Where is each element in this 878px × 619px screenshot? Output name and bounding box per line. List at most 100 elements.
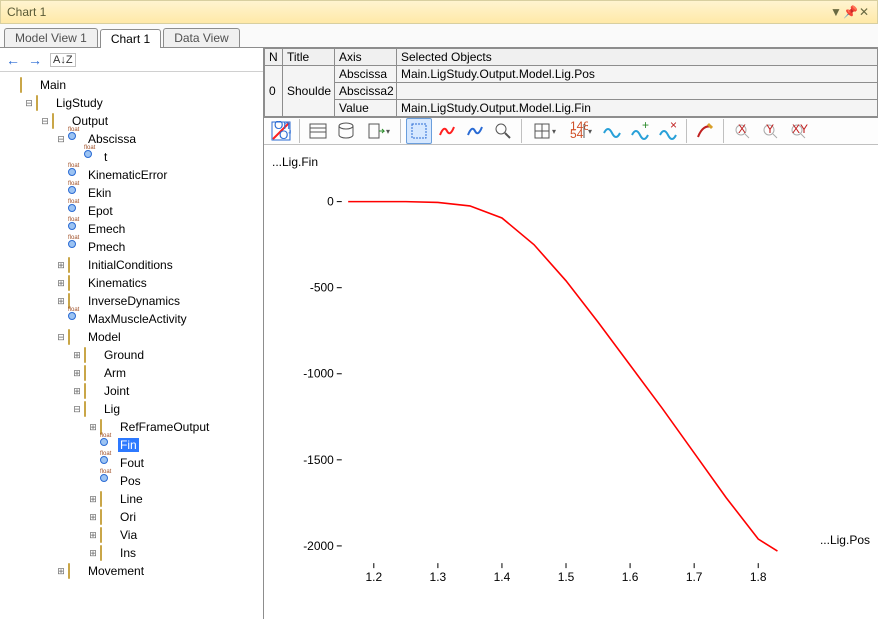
expand-icon[interactable]: ⊞ — [54, 278, 68, 289]
curve-edit-button[interactable] — [692, 118, 718, 144]
grid-row[interactable]: Value Main.LigStudy.Output.Model.Lig.Fin — [265, 100, 878, 117]
zoom-box-button[interactable] — [406, 118, 432, 144]
tree-label[interactable]: Abscissa — [86, 132, 138, 146]
cell-title[interactable]: Shoulde — [283, 66, 335, 117]
expand-icon[interactable]: ⊞ — [86, 494, 100, 505]
tree-item[interactable]: ⊟ Output — [0, 112, 263, 130]
tree-label[interactable]: Pos — [118, 474, 143, 488]
expand-icon[interactable]: ⊞ — [54, 566, 68, 577]
tree-item[interactable]: Main — [0, 76, 263, 94]
tree-item[interactable]: ⊞ RefFrameOutput — [0, 418, 263, 436]
grid-row[interactable]: Abscissa2 — [265, 83, 878, 100]
expand-icon[interactable]: ⊞ — [54, 260, 68, 271]
back-icon[interactable]: ← — [6, 52, 20, 68]
tab-chart-1[interactable]: Chart 1 — [100, 29, 161, 48]
cell-n[interactable]: 0 — [265, 66, 283, 117]
expand-icon[interactable]: ⊞ — [86, 548, 100, 559]
props-button[interactable] — [305, 118, 331, 144]
close-icon[interactable]: ✕ — [857, 5, 871, 19]
expand-icon[interactable]: ⊞ — [86, 422, 100, 433]
export-button[interactable]: ▾ — [361, 118, 395, 144]
tree-item[interactable]: ⊞Line — [0, 490, 263, 508]
expand-icon[interactable]: ⊞ — [70, 368, 84, 379]
expand-icon[interactable]: ⊞ — [86, 512, 100, 523]
cell-selected[interactable]: Main.LigStudy.Output.Model.Lig.Pos — [397, 66, 878, 83]
ticks-button[interactable]: 14854▾ — [563, 118, 597, 144]
dropdown-icon[interactable]: ▼ — [829, 5, 843, 19]
tree-label[interactable]: Arm — [102, 366, 128, 380]
tree-item[interactable]: ⊞ InverseDynamics — [0, 292, 263, 310]
forward-icon[interactable]: → — [28, 52, 42, 68]
zoom-all-button[interactable]: XY — [785, 118, 811, 144]
tree-label[interactable]: Emech — [86, 222, 127, 236]
zoom-x-fit-button[interactable]: X — [729, 118, 755, 144]
wave-add-button[interactable]: + — [627, 118, 653, 144]
tree-label[interactable]: Ins — [118, 546, 138, 560]
tree-item[interactable]: ⊟ Model — [0, 328, 263, 346]
tree-label[interactable]: Ground — [102, 348, 146, 362]
sort-button[interactable]: A↓Z — [50, 53, 76, 67]
tree-label[interactable]: KinematicError — [86, 168, 169, 182]
tree-label[interactable]: Output — [70, 114, 110, 128]
cell-selected[interactable]: Main.LigStudy.Output.Model.Lig.Fin — [397, 100, 878, 117]
tree-item[interactable]: ⊞ Arm — [0, 364, 263, 382]
toggle-onoff-button[interactable]: OnOff — [268, 118, 294, 144]
collapse-icon[interactable]: ⊟ — [54, 134, 68, 145]
tree-item[interactable]: ⊞ Ori — [0, 508, 263, 526]
tree-label[interactable]: Fin — [118, 438, 139, 452]
tree-label[interactable]: Ekin — [86, 186, 113, 200]
series-grid[interactable]: N Title Axis Selected Objects 0 Shoulde … — [264, 48, 878, 118]
tree-label[interactable]: Main — [38, 78, 68, 92]
tree-label[interactable]: Kinematics — [86, 276, 149, 290]
tree-label[interactable]: InitialConditions — [86, 258, 175, 272]
tree-item[interactable]: MaxMuscleActivity — [0, 310, 263, 328]
collapse-icon[interactable]: ⊟ — [70, 404, 84, 415]
wave-show-button[interactable] — [599, 118, 625, 144]
zoom-y-fit-button[interactable]: Y — [757, 118, 783, 144]
expand-icon[interactable]: ⊞ — [54, 296, 68, 307]
expand-icon[interactable]: ⊞ — [86, 530, 100, 541]
tree-label[interactable]: Via — [118, 528, 139, 542]
tree-label[interactable]: Ori — [118, 510, 138, 524]
tree-item[interactable]: ⊞ Ground — [0, 346, 263, 364]
col-title[interactable]: Title — [283, 49, 335, 66]
collapse-icon[interactable]: ⊟ — [22, 98, 36, 109]
cell-axis[interactable]: Abscissa2 — [335, 83, 397, 100]
col-selected[interactable]: Selected Objects — [397, 49, 878, 66]
tree-item[interactable]: Fout — [0, 454, 263, 472]
tree-label[interactable]: Epot — [86, 204, 115, 218]
tree-item[interactable]: Pos — [0, 472, 263, 490]
tree-label[interactable]: InverseDynamics — [86, 294, 182, 308]
tree-label[interactable]: Fout — [118, 456, 146, 470]
tree-label[interactable]: Movement — [86, 564, 146, 578]
tree-item[interactable]: ⊟Lig — [0, 400, 263, 418]
wave-del-button[interactable]: × — [655, 118, 681, 144]
search-button[interactable] — [490, 118, 516, 144]
tree-item[interactable]: Pmech — [0, 238, 263, 256]
col-axis[interactable]: Axis — [335, 49, 397, 66]
expand-icon[interactable]: ⊞ — [70, 350, 84, 361]
tree-item[interactable]: ⊟LigStudy — [0, 94, 263, 112]
tree-item[interactable]: ⊞ Kinematics — [0, 274, 263, 292]
model-tree[interactable]: Main⊟LigStudy⊟Output⊟AbscissatKinematicE… — [0, 72, 263, 619]
grid-row[interactable]: 0 Shoulde Abscissa Main.LigStudy.Output.… — [265, 66, 878, 83]
collapse-icon[interactable]: ⊟ — [54, 332, 68, 343]
series-Fin[interactable] — [348, 202, 777, 551]
tree-item[interactable]: Fin — [0, 436, 263, 454]
tree-item[interactable]: ⊟ Abscissa — [0, 130, 263, 148]
data-button[interactable] — [333, 118, 359, 144]
chart-plot[interactable]: 0-500-1000-1500-20001.21.31.41.51.61.71.… — [272, 153, 870, 619]
tab-model-view-1[interactable]: Model View 1 — [4, 28, 98, 47]
collapse-icon[interactable]: ⊟ — [38, 116, 52, 127]
pin-icon[interactable]: 📌 — [843, 5, 857, 19]
pan-blue-button[interactable] — [462, 118, 488, 144]
tree-item[interactable]: Epot — [0, 202, 263, 220]
tree-item[interactable]: Ekin — [0, 184, 263, 202]
tree-item[interactable]: ⊞ Ins — [0, 544, 263, 562]
tree-label[interactable]: t — [102, 150, 109, 164]
tree-item[interactable]: ⊞ Movement — [0, 562, 263, 580]
tree-label[interactable]: RefFrameOutput — [118, 420, 211, 434]
col-n[interactable]: N — [265, 49, 283, 66]
cell-selected[interactable] — [397, 83, 878, 100]
tree-label[interactable]: Model — [86, 330, 123, 344]
